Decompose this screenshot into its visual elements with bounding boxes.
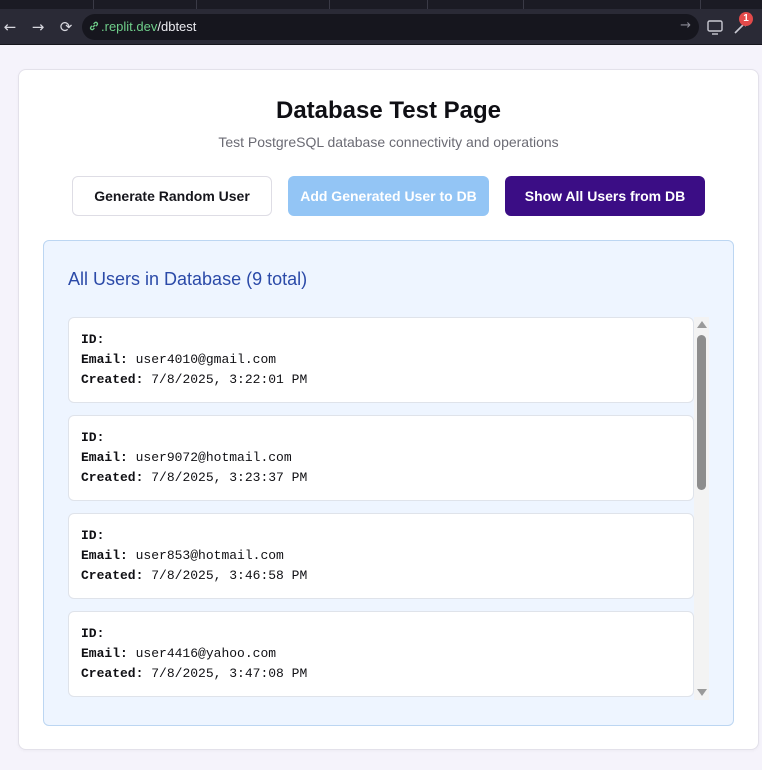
tab-divider xyxy=(427,0,428,9)
user-card: ID: Email: user4010@gmail.com Created: 7… xyxy=(68,317,694,403)
user-email: user4416@yahoo.com xyxy=(135,646,277,661)
id-label: ID: xyxy=(81,430,105,445)
page-subtitle: Test PostgreSQL database connectivity an… xyxy=(218,134,559,150)
users-list-scrollbar[interactable] xyxy=(694,317,709,700)
id-label: ID: xyxy=(81,332,105,347)
user-email-line: Email: user9072@hotmail.com xyxy=(81,450,292,465)
scroll-up-arrow-icon[interactable] xyxy=(697,321,707,328)
created-label: Created: xyxy=(81,372,144,387)
user-created: 7/8/2025, 3:23:37 PM xyxy=(151,470,308,485)
scroll-thumb[interactable] xyxy=(697,335,706,490)
email-label: Email: xyxy=(81,646,128,661)
created-label: Created: xyxy=(81,666,144,681)
users-heading: All Users in Database (9 total) xyxy=(68,269,308,289)
forward-icon[interactable]: → xyxy=(28,17,48,37)
user-email: user9072@hotmail.com xyxy=(135,450,292,465)
user-id-line: ID: xyxy=(81,430,104,445)
browser-toolbar: ← → ⟳ .replit.dev/dbtest → 1 xyxy=(0,9,762,45)
notification-badge: 1 xyxy=(739,12,753,26)
id-label: ID: xyxy=(81,528,105,543)
generate-random-user-button[interactable]: Generate Random User xyxy=(72,176,272,216)
user-email: user4010@gmail.com xyxy=(135,352,277,367)
user-created-line: Created: 7/8/2025, 3:47:08 PM xyxy=(81,666,307,681)
browser-tab-strip xyxy=(0,0,762,9)
address-bar[interactable]: .replit.dev/dbtest → xyxy=(82,14,699,40)
go-arrow-icon[interactable]: → xyxy=(680,18,691,33)
tab-divider xyxy=(196,0,197,9)
user-created: 7/8/2025, 3:22:01 PM xyxy=(151,372,308,387)
created-label: Created: xyxy=(81,568,144,583)
user-card: ID: Email: user9072@hotmail.com Created:… xyxy=(68,415,694,501)
user-id-line: ID: xyxy=(81,332,104,347)
tab-divider xyxy=(329,0,330,9)
user-email: user853@hotmail.com xyxy=(135,548,284,563)
user-card: ID: Email: user853@hotmail.com Created: … xyxy=(68,513,694,599)
user-created: 7/8/2025, 3:47:08 PM xyxy=(151,666,308,681)
monitor-icon[interactable] xyxy=(705,17,725,37)
tab-divider xyxy=(523,0,524,9)
user-email-line: Email: user4416@yahoo.com xyxy=(81,646,276,661)
scroll-down-arrow-icon[interactable] xyxy=(697,689,707,696)
reload-icon[interactable]: ⟳ xyxy=(56,17,76,37)
show-all-users-button[interactable]: Show All Users from DB xyxy=(505,176,705,216)
user-email-line: Email: user4010@gmail.com xyxy=(81,352,276,367)
tab-divider xyxy=(93,0,94,9)
user-id-line: ID: xyxy=(81,626,104,641)
email-label: Email: xyxy=(81,548,128,563)
link-icon xyxy=(89,21,99,31)
user-created-line: Created: 7/8/2025, 3:23:37 PM xyxy=(81,470,307,485)
user-email-line: Email: user853@hotmail.com xyxy=(81,548,284,563)
user-card: ID: Email: user4416@yahoo.com Created: 7… xyxy=(68,611,694,697)
url-path: /dbtest xyxy=(157,19,197,34)
tab-divider xyxy=(700,0,701,9)
back-icon[interactable]: ← xyxy=(0,17,20,37)
user-created-line: Created: 7/8/2025, 3:46:58 PM xyxy=(81,568,307,583)
user-created-line: Created: 7/8/2025, 3:22:01 PM xyxy=(81,372,307,387)
email-label: Email: xyxy=(81,352,128,367)
page-title: Database Test Page xyxy=(276,97,501,124)
email-label: Email: xyxy=(81,450,128,465)
url-text: .replit.dev/dbtest xyxy=(101,19,196,35)
user-created: 7/8/2025, 3:46:58 PM xyxy=(151,568,308,583)
add-user-to-db-button[interactable]: Add Generated User to DB xyxy=(288,176,489,216)
user-id-line: ID: xyxy=(81,528,104,543)
id-label: ID: xyxy=(81,626,105,641)
url-domain: .replit.dev xyxy=(101,19,158,34)
users-list[interactable]: ID: Email: user4010@gmail.com Created: 7… xyxy=(68,317,694,699)
created-label: Created: xyxy=(81,470,144,485)
